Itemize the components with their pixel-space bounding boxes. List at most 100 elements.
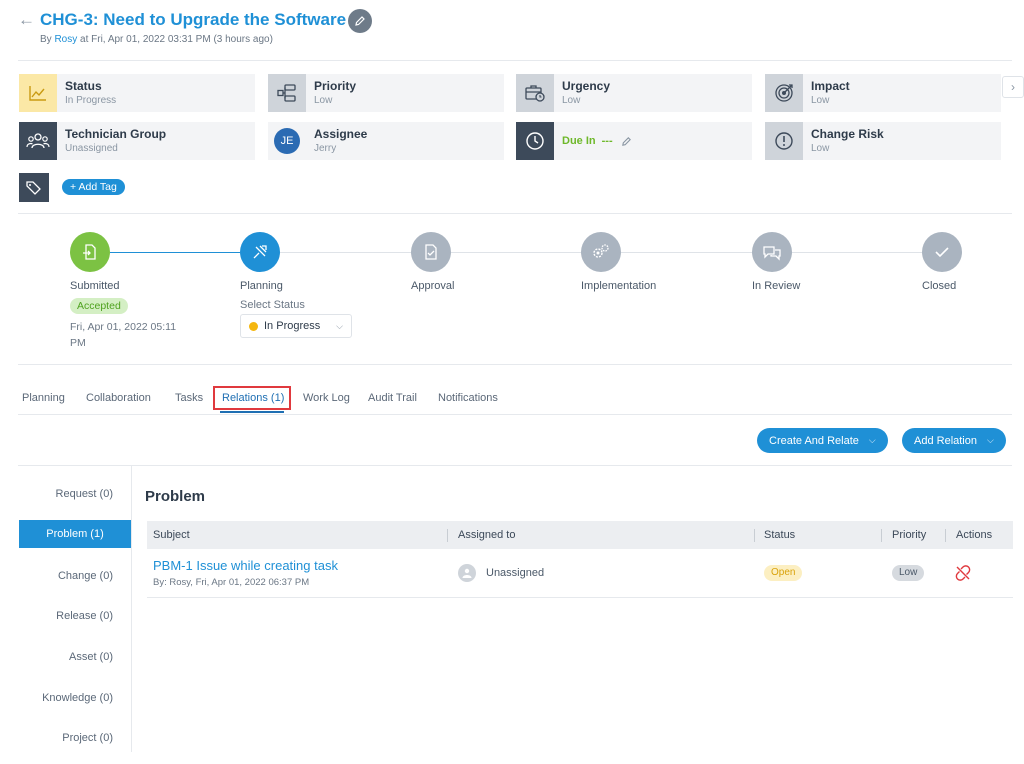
column-separator bbox=[754, 529, 755, 542]
status-badge: Accepted bbox=[70, 298, 128, 314]
add-relation-label: Add Relation bbox=[914, 434, 977, 447]
divider bbox=[18, 465, 1012, 466]
planning-icon bbox=[253, 245, 267, 259]
back-arrow-icon[interactable]: ← bbox=[18, 10, 35, 30]
nav-divider bbox=[131, 466, 132, 752]
byline-suffix: at Fri, Apr 01, 2022 03:31 PM (3 hours a… bbox=[80, 34, 273, 45]
user-icon bbox=[458, 564, 476, 582]
tag-icon bbox=[19, 173, 49, 202]
create-and-relate-button[interactable]: Create And Relate ⌵ bbox=[757, 428, 888, 453]
document-check-icon bbox=[425, 244, 437, 260]
impact-card[interactable]: Impact Low bbox=[765, 74, 1001, 112]
avatar: JE bbox=[274, 128, 300, 154]
author-link[interactable]: Rosy bbox=[54, 34, 77, 45]
due-value: --- bbox=[601, 135, 613, 147]
status-select[interactable]: In Progress ⌵ bbox=[240, 314, 352, 338]
column-header-priority[interactable]: Priority bbox=[892, 529, 926, 541]
column-separator bbox=[881, 529, 882, 542]
pencil-icon[interactable] bbox=[621, 136, 632, 147]
add-tag-button[interactable]: + Add Tag bbox=[62, 179, 125, 195]
step-implementation[interactable] bbox=[581, 232, 621, 272]
change-risk-card[interactable]: Change Risk Low bbox=[765, 122, 1001, 160]
divider bbox=[18, 60, 1012, 61]
problem-subject-link[interactable]: PBM-1 Issue while creating task bbox=[153, 558, 338, 573]
status-badge[interactable]: Open bbox=[764, 565, 803, 581]
step-submitted[interactable] bbox=[70, 232, 110, 272]
status-card[interactable]: Status In Progress bbox=[19, 74, 255, 112]
assignee-value: Jerry bbox=[314, 143, 337, 154]
priority-badge[interactable]: Low bbox=[892, 565, 925, 581]
relation-nav-release[interactable]: Release (0) bbox=[19, 610, 131, 622]
alert-circle-icon bbox=[765, 122, 803, 160]
priority-card[interactable]: Priority Low bbox=[268, 74, 504, 112]
submitted-date: Fri, Apr 01, 2022 05:11 PM bbox=[70, 321, 177, 349]
priority-label: Priority bbox=[314, 79, 357, 93]
checkmark-icon bbox=[935, 247, 949, 258]
chevron-right-icon: › bbox=[1011, 80, 1015, 94]
gears-icon bbox=[593, 244, 609, 258]
column-separator bbox=[945, 529, 946, 542]
divider bbox=[18, 213, 1012, 214]
relation-nav-asset[interactable]: Asset (0) bbox=[19, 651, 131, 663]
table-row-divider bbox=[147, 597, 1013, 598]
priority-flow-icon bbox=[268, 74, 306, 112]
impact-value: Low bbox=[811, 95, 830, 106]
cards-next-button[interactable]: › bbox=[1002, 76, 1024, 98]
column-header-subject[interactable]: Subject bbox=[153, 529, 190, 541]
status-dot-icon bbox=[249, 321, 258, 331]
tab-planning[interactable]: Planning bbox=[22, 392, 65, 404]
edit-title-button[interactable] bbox=[348, 9, 372, 33]
briefcase-clock-icon bbox=[516, 74, 554, 112]
chart-line-icon bbox=[19, 74, 57, 112]
tab-tasks[interactable]: Tasks bbox=[175, 392, 203, 404]
active-tab-indicator bbox=[220, 411, 284, 413]
tab-work-log[interactable]: Work Log bbox=[303, 392, 350, 404]
column-header-assigned-to[interactable]: Assigned to bbox=[458, 529, 515, 541]
step-closed[interactable] bbox=[922, 232, 962, 272]
step-label-in-review: In Review bbox=[752, 280, 801, 292]
relation-nav-problem[interactable]: Problem (1) bbox=[19, 520, 131, 548]
assignee-card[interactable]: JE Assignee Jerry bbox=[268, 122, 504, 160]
panel-title: Problem bbox=[145, 488, 206, 505]
step-label-implementation: Implementation bbox=[581, 280, 657, 292]
tab-collaboration[interactable]: Collaboration bbox=[86, 392, 151, 404]
column-header-actions: Actions bbox=[956, 529, 993, 541]
technician-group-label: Technician Group bbox=[65, 127, 167, 141]
relation-nav-request[interactable]: Request (0) bbox=[19, 488, 131, 500]
chevron-down-icon: ⌵ bbox=[987, 435, 994, 445]
change-risk-label: Change Risk bbox=[811, 127, 884, 141]
step-planning[interactable] bbox=[240, 232, 280, 272]
stepper-line-complete bbox=[110, 252, 240, 253]
users-icon bbox=[19, 122, 57, 160]
column-header-status[interactable]: Status bbox=[764, 529, 795, 541]
pencil-icon bbox=[355, 16, 365, 26]
due-card[interactable]: Due In --- bbox=[516, 122, 752, 160]
highlight-box bbox=[213, 386, 291, 410]
step-label-approval: Approval bbox=[411, 280, 455, 292]
tab-notifications[interactable]: Notifications bbox=[438, 392, 498, 404]
step-approval[interactable] bbox=[411, 232, 451, 272]
due-label: Due In bbox=[562, 135, 596, 147]
clock-icon bbox=[516, 122, 554, 160]
chevron-down-icon: ⌵ bbox=[336, 320, 343, 331]
urgency-value: Low bbox=[562, 95, 581, 106]
assigned-to-value[interactable]: Unassigned bbox=[486, 567, 544, 579]
relation-nav-knowledge[interactable]: Knowledge (0) bbox=[19, 692, 131, 704]
relation-nav-change[interactable]: Change (0) bbox=[19, 570, 131, 582]
column-separator bbox=[447, 529, 448, 542]
step-label-submitted: Submitted bbox=[70, 280, 120, 292]
step-in-review[interactable] bbox=[752, 232, 792, 272]
technician-group-card[interactable]: Technician Group Unassigned bbox=[19, 122, 255, 160]
urgency-card[interactable]: Urgency Low bbox=[516, 74, 752, 112]
step-label-planning: Planning bbox=[240, 280, 283, 292]
status-value: In Progress bbox=[65, 95, 117, 106]
relation-nav-project[interactable]: Project (0) bbox=[19, 732, 131, 744]
target-icon bbox=[765, 74, 803, 112]
unlink-icon[interactable] bbox=[954, 564, 972, 582]
tab-audit-trail[interactable]: Audit Trail bbox=[368, 392, 417, 404]
impact-label: Impact bbox=[811, 79, 850, 93]
create-and-relate-label: Create And Relate bbox=[769, 434, 859, 447]
add-relation-button[interactable]: Add Relation ⌵ bbox=[902, 428, 1006, 453]
page-title: CHG-3: Need to Upgrade the Software bbox=[40, 10, 347, 29]
document-import-icon bbox=[83, 244, 96, 260]
